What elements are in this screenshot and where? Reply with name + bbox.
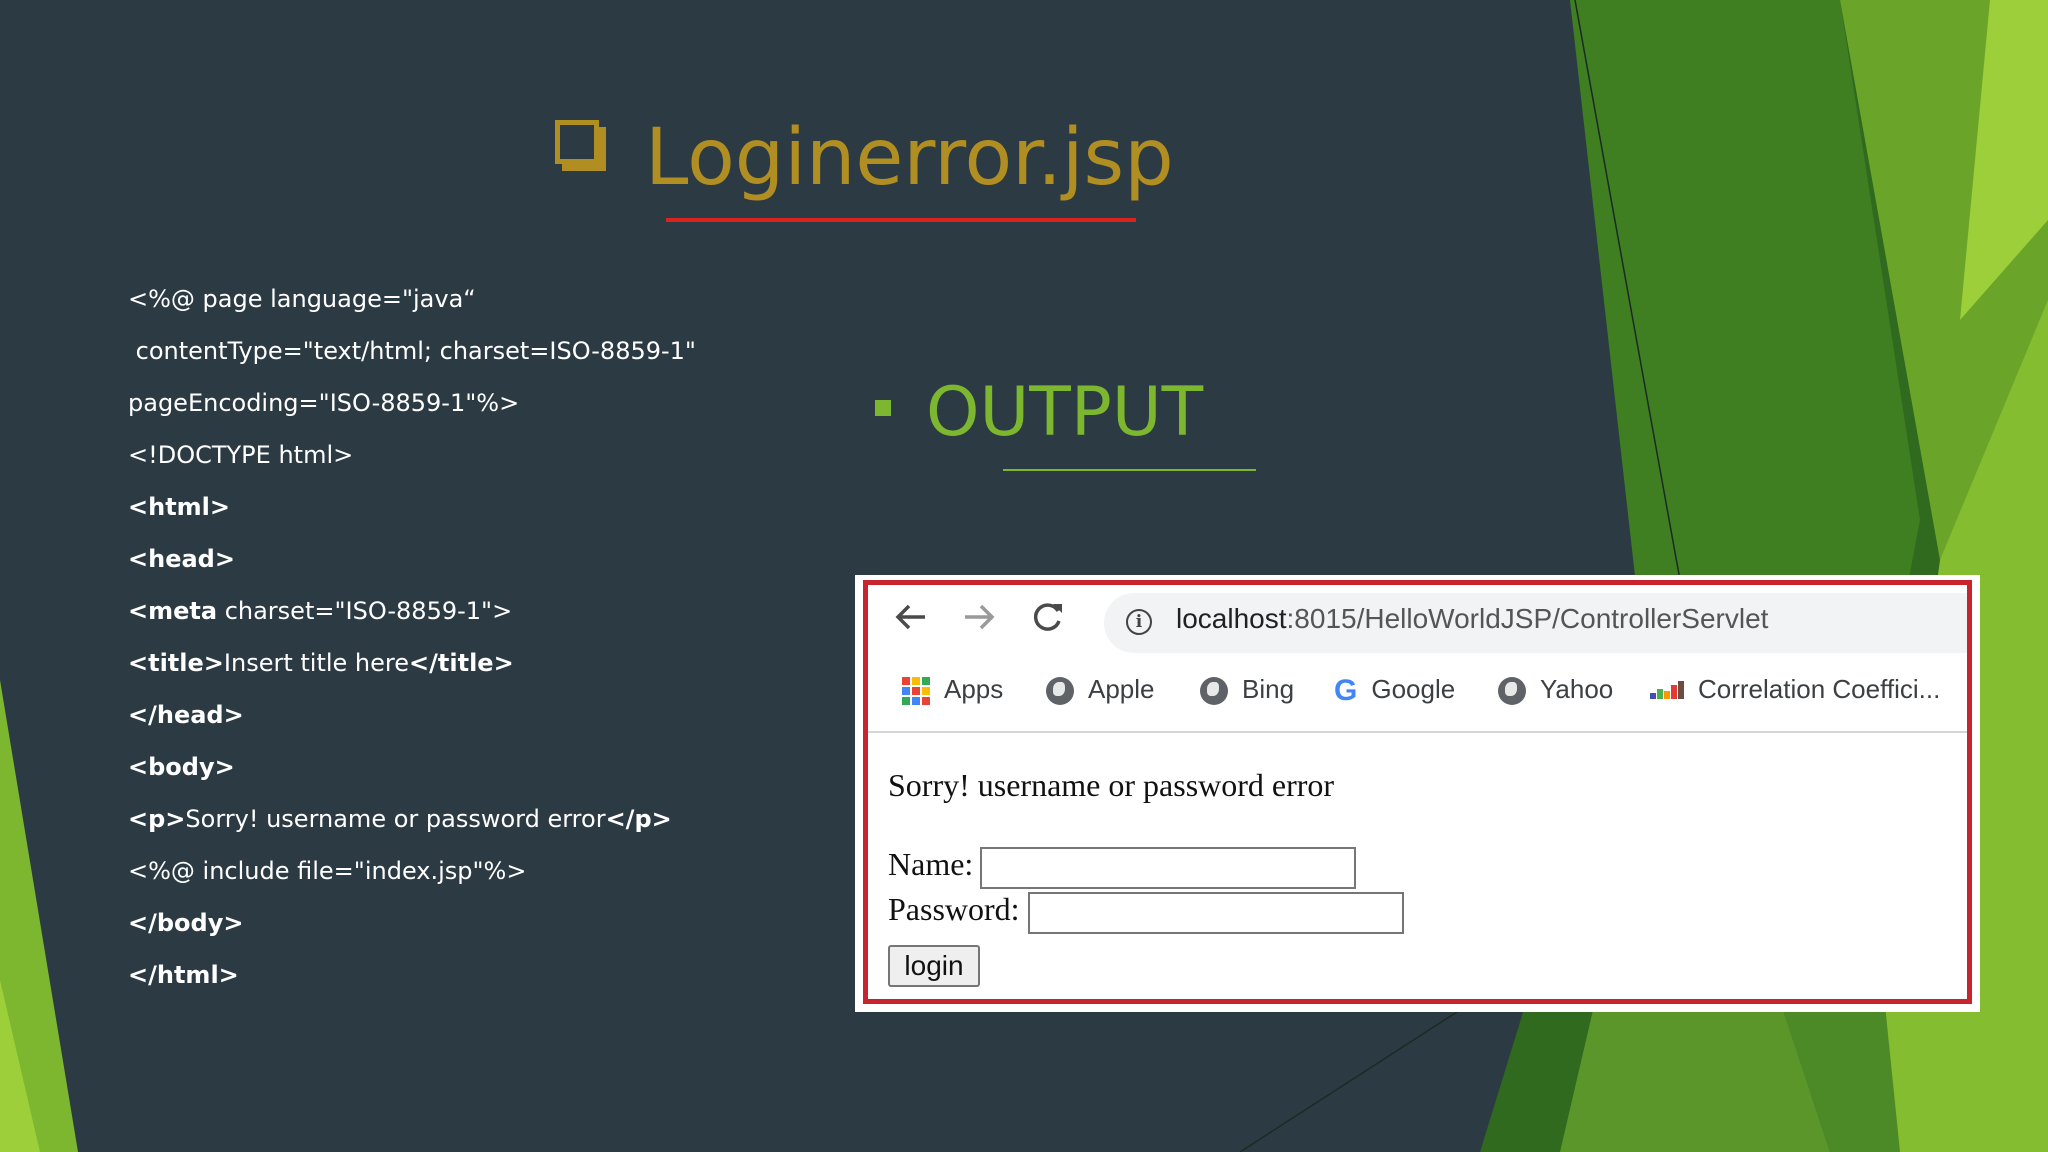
code-line: <p>Sorry! username or password error</p> (128, 793, 696, 845)
code-text: charset="ISO-8859-1"> (217, 597, 513, 625)
browser-screenshot: i localhost:8015/HelloWorldJSP/Controlle… (855, 575, 1980, 1012)
toolbar-divider (868, 731, 1967, 733)
bookmark-correlation[interactable]: Correlation Coeffici... (1650, 665, 1940, 713)
google-g-icon: G (1334, 674, 1358, 708)
apps-grid-icon (902, 677, 930, 706)
code-line: <!DOCTYPE html> (128, 429, 696, 481)
code-tag: <body> (128, 753, 235, 781)
code-text: <%@ page language="java“ (128, 285, 476, 313)
code-tag: <title> (128, 649, 224, 677)
bookmarks-bar: Apps Apple Bing G Google Yahoo Correlati… (868, 665, 1967, 713)
error-message: Sorry! username or password error (888, 767, 1335, 803)
output-heading: OUTPUT (926, 373, 1204, 452)
code-line: </head> (128, 689, 696, 741)
bar-chart-icon (1650, 679, 1684, 703)
code-tag: </p> (605, 805, 672, 833)
browser-toolbar: i localhost:8015/HelloWorldJSP/Controlle… (868, 585, 1967, 653)
code-tag: </title> (409, 649, 514, 677)
login-button[interactable]: login (888, 945, 980, 987)
code-text: pageEncoding="ISO-8859-1"%> (128, 389, 520, 417)
bookmark-apple[interactable]: Apple (1046, 665, 1155, 713)
square-bullet-icon (875, 400, 891, 416)
slide-title-text: Loginerror.jsp (645, 113, 1174, 203)
code-text: contentType="text/html; charset=ISO-8859… (128, 337, 696, 365)
reload-icon[interactable] (1026, 599, 1068, 641)
globe-icon (1046, 677, 1074, 706)
code-text: <!DOCTYPE html> (128, 441, 354, 469)
code-line: <title>Insert title here</title> (128, 637, 696, 689)
globe-icon (1200, 677, 1228, 706)
code-line: pageEncoding="ISO-8859-1"%> (128, 377, 696, 429)
code-line: </html> (128, 949, 696, 1001)
back-arrow-icon[interactable] (890, 599, 932, 641)
password-label: Password: (888, 891, 1020, 927)
output-underline (1003, 469, 1256, 471)
code-tag: <meta (128, 597, 218, 625)
url-text[interactable]: localhost:8015/HelloWorldJSP/ControllerS… (1176, 603, 1768, 635)
bookmark-bing[interactable]: Bing (1200, 665, 1294, 713)
code-listing: <%@ page language="java“ contentType="te… (128, 273, 696, 1001)
title-underline (666, 218, 1136, 222)
code-tag: </html> (128, 961, 239, 989)
code-tag: <html> (128, 493, 231, 521)
code-line: contentType="text/html; charset=ISO-8859… (128, 325, 696, 377)
forward-arrow-icon[interactable] (958, 599, 1000, 641)
square-bullet-icon (555, 120, 599, 164)
info-icon[interactable]: i (1126, 609, 1152, 635)
globe-icon (1498, 677, 1526, 706)
bookmark-yahoo[interactable]: Yahoo (1498, 665, 1613, 713)
code-line: <html> (128, 481, 696, 533)
code-tag: <head> (128, 545, 235, 573)
code-text: <%@ include file="index.jsp"%> (128, 857, 527, 885)
code-line: <head> (128, 533, 696, 585)
code-line: <body> (128, 741, 696, 793)
code-line: </body> (128, 897, 696, 949)
code-line: <%@ include file="index.jsp"%> (128, 845, 696, 897)
name-label: Name: (888, 846, 974, 882)
code-tag: <p> (128, 805, 186, 833)
code-tag: </head> (128, 701, 244, 729)
code-text: Sorry! username or password error (185, 805, 606, 833)
code-tag: </body> (128, 909, 244, 937)
bookmark-google[interactable]: G Google (1334, 665, 1455, 713)
code-text: Insert title here (223, 649, 410, 677)
password-input[interactable] (1028, 892, 1404, 934)
browser-window: i localhost:8015/HelloWorldJSP/Controlle… (863, 580, 1972, 1004)
code-line: <meta charset="ISO-8859-1"> (128, 585, 696, 637)
name-input[interactable] (980, 847, 1356, 889)
code-line: <%@ page language="java“ (128, 273, 696, 325)
bookmark-apps[interactable]: Apps (902, 665, 1003, 713)
